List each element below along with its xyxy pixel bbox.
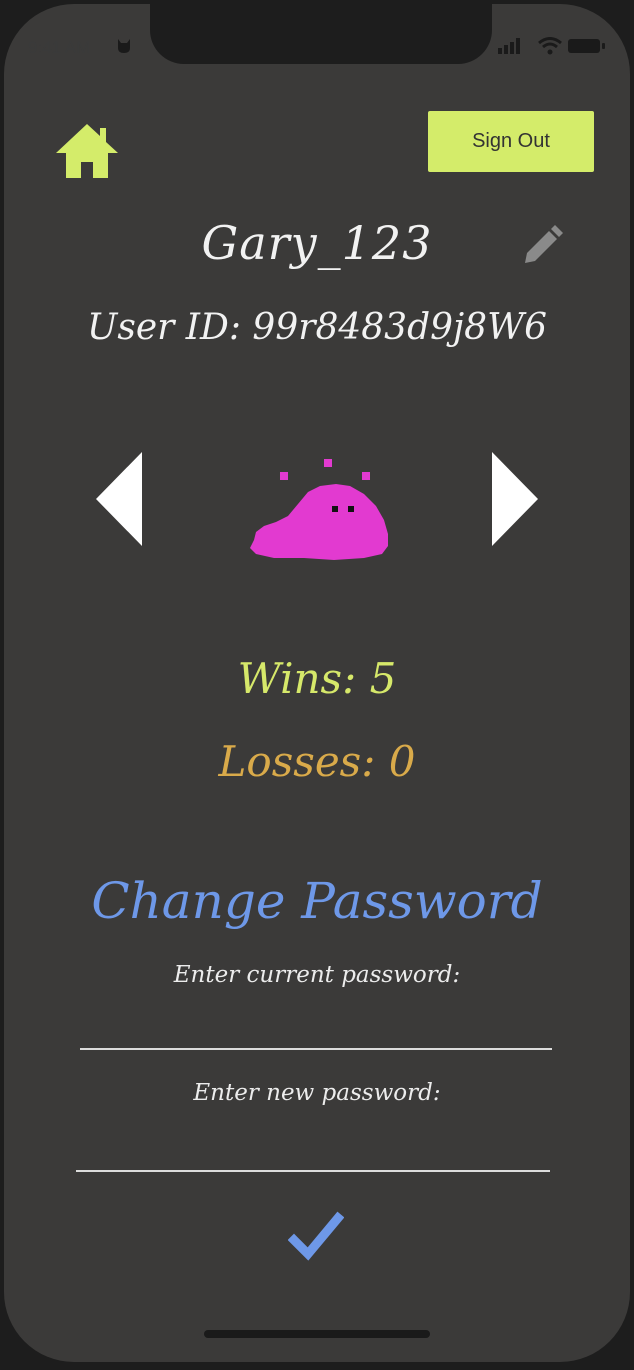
signal-icon [498, 38, 520, 54]
battery-icon [568, 39, 605, 53]
new-password-label: Enter new password: [193, 1080, 441, 1106]
sign-out-button[interactable]: Sign Out [428, 111, 594, 172]
checkmark-icon[interactable] [288, 1210, 344, 1266]
losses-count: Losses: 0 [218, 737, 416, 786]
wins-count: Wins: 5 [237, 654, 397, 703]
notch [150, 4, 492, 64]
wifi-icon [538, 37, 562, 55]
home-indicator [204, 1330, 430, 1338]
current-password-label: Enter current password: [173, 962, 461, 988]
status-time: 9:41 AM [28, 38, 91, 57]
change-password-title: Change Password [91, 872, 543, 930]
current-password-input[interactable] [80, 1004, 552, 1050]
triangle-left-icon[interactable] [94, 452, 144, 546]
home-icon[interactable] [54, 122, 120, 180]
cat-icon [118, 39, 130, 53]
phone-screen: 9:41 AM Sign Out Gary_123 User ID: 99r84… [4, 4, 630, 1362]
pink-slime-icon [250, 459, 388, 560]
pencil-icon[interactable] [519, 223, 565, 269]
triangle-right-icon[interactable] [490, 452, 540, 546]
user-id: User ID: 99r8483d9j8W6 [87, 307, 547, 348]
new-password-input[interactable] [76, 1126, 550, 1172]
